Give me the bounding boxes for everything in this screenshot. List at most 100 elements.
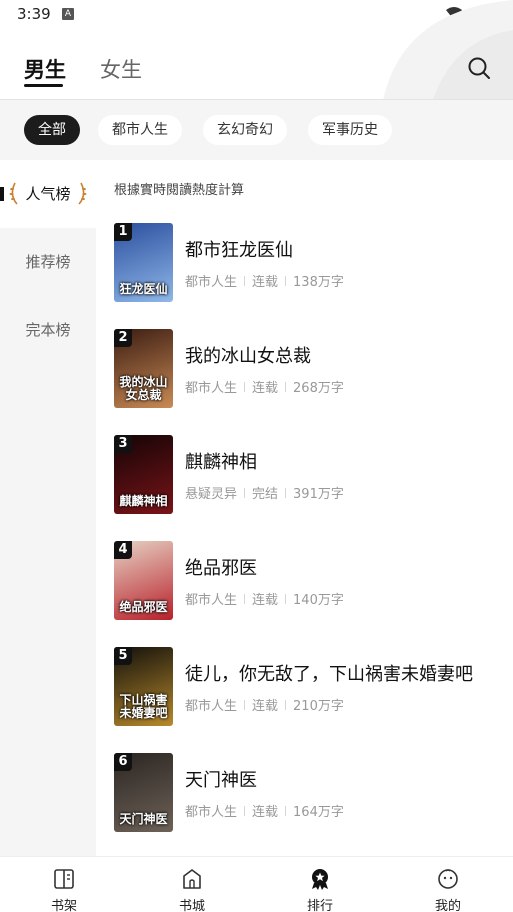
meta-separator — [244, 381, 246, 392]
book-cover[interactable]: 天门神医 6 — [114, 753, 173, 832]
book-title: 绝品邪医 — [185, 558, 257, 579]
cover-title: 麒麟神相 — [119, 494, 168, 508]
rank-badge: 3 — [114, 435, 132, 453]
book-cover[interactable]: 下山祸害未婚妻吧 5 — [114, 647, 173, 726]
book-status: 连载 — [252, 593, 279, 608]
book-word-count: 140万字 — [293, 593, 344, 608]
bottom-nav: 书架 书城 排行 我的 — [0, 856, 513, 912]
chip-military-history[interactable]: 军事历史 — [308, 115, 392, 145]
cover-title: 天门神医 — [119, 812, 168, 826]
tab-female[interactable]: 女生 — [100, 54, 142, 84]
notification-icon: A — [62, 8, 74, 20]
nav-bookshelf[interactable]: 书架 — [0, 857, 128, 912]
nav-ranking[interactable]: 排行 — [256, 857, 384, 912]
book-meta: 都市人生 连载 138万字 — [185, 271, 344, 290]
book-meta: 都市人生 连载 164万字 — [185, 801, 344, 820]
book-cover[interactable]: 狂龙医仙 1 — [114, 223, 173, 302]
nav-label: 排行 — [306, 899, 333, 912]
gender-tabs: 男生 女生 — [0, 42, 513, 98]
book-genre: 都市人生 — [185, 805, 238, 820]
book-title: 徒儿，你无敌了，下山祸害未婚妻吧 — [185, 664, 473, 685]
rank-badge: 1 — [114, 223, 132, 241]
nav-label: 书城 — [178, 899, 205, 912]
status-time: 3:39 — [17, 5, 51, 23]
chip-fantasy[interactable]: 玄幻奇幻 — [203, 115, 287, 145]
nav-bookstore[interactable]: 书城 — [128, 857, 256, 912]
sidebar-item-label: 人气榜 — [25, 185, 71, 203]
list-item[interactable]: 麒麟神相 3 麒麟神相 悬疑灵异 完结 391万字 — [114, 435, 513, 517]
nav-label: 书架 — [50, 899, 77, 912]
book-meta: 都市人生 连载 268万字 — [185, 377, 344, 396]
rank-badge: 5 — [114, 647, 132, 665]
book-title: 都市狂龙医仙 — [185, 240, 293, 261]
sidebar-item-recommended[interactable]: 推荐榜 — [0, 228, 96, 296]
rank-badge: 6 — [114, 753, 132, 771]
book-title: 麒麟神相 — [185, 452, 257, 473]
sidebar-item-label: 完本榜 — [25, 321, 71, 339]
cover-title: 我的冰山女总裁 — [119, 375, 168, 402]
meta-separator — [285, 487, 287, 498]
meta-separator — [285, 699, 287, 710]
book-genre: 都市人生 — [185, 381, 238, 396]
active-marker — [0, 187, 4, 201]
book-genre: 都市人生 — [185, 593, 238, 608]
chip-urban-life[interactable]: 都市人生 — [98, 115, 182, 145]
book-cover[interactable]: 我的冰山女总裁 2 — [114, 329, 173, 408]
search-button[interactable] — [467, 56, 491, 80]
list-item[interactable]: 绝品邪医 4 绝品邪医 都市人生 连载 140万字 — [114, 541, 513, 623]
book-cover[interactable]: 绝品邪医 4 — [114, 541, 173, 620]
nav-profile[interactable]: 我的 — [384, 857, 512, 912]
book-genre: 都市人生 — [185, 275, 238, 290]
book-word-count: 210万字 — [293, 699, 344, 714]
book-meta: 都市人生 连载 140万字 — [185, 589, 344, 608]
book-cover[interactable]: 麒麟神相 3 — [114, 435, 173, 514]
book-genre: 悬疑灵异 — [185, 487, 238, 502]
book-title: 我的冰山女总裁 — [185, 346, 311, 367]
laurel-left-icon — [9, 182, 18, 205]
tab-active-indicator — [24, 84, 63, 87]
book-word-count: 138万字 — [293, 275, 344, 290]
book-status: 完结 — [252, 487, 279, 502]
meta-separator — [285, 805, 287, 816]
book-meta: 都市人生 连载 210万字 — [185, 695, 344, 714]
tab-male[interactable]: 男生 — [24, 54, 66, 84]
chip-all[interactable]: 全部 — [24, 115, 80, 145]
book-status: 连载 — [252, 805, 279, 820]
meta-separator — [244, 593, 246, 604]
meta-separator — [244, 699, 246, 710]
book-word-count: 391万字 — [293, 487, 344, 502]
book-word-count: 164万字 — [293, 805, 344, 820]
laurel-right-icon — [78, 182, 87, 205]
meta-separator — [244, 487, 246, 498]
rank-badge: 4 — [114, 541, 132, 559]
list-item[interactable]: 下山祸害未婚妻吧 5 徒儿，你无敌了，下山祸害未婚妻吧 都市人生 连载 210万字 — [114, 647, 513, 729]
book-genre: 都市人生 — [185, 699, 238, 714]
list-item[interactable]: 天门神医 6 天门神医 都市人生 连载 164万字 — [114, 753, 513, 835]
category-chips: 全部 都市人生 玄幻奇幻 军事历史 — [0, 100, 513, 160]
profile-icon — [438, 869, 458, 889]
meta-separator — [244, 275, 246, 286]
list-subtitle: 根據實時閱讀熱度計算 — [114, 183, 245, 198]
ranking-sidebar: 人气榜 推荐榜 完本榜 — [0, 160, 96, 856]
sidebar-item-label: 推荐榜 — [25, 253, 71, 271]
nav-label: 我的 — [434, 899, 461, 912]
ranking-icon — [312, 869, 328, 890]
book-meta: 悬疑灵异 完结 391万字 — [185, 483, 344, 502]
cover-title: 绝品邪医 — [119, 600, 168, 614]
book-status: 连载 — [252, 275, 279, 290]
bookstore-icon — [183, 869, 201, 889]
cover-title: 下山祸害未婚妻吧 — [119, 693, 168, 720]
bookshelf-icon — [54, 869, 74, 889]
rank-badge: 2 — [114, 329, 132, 347]
list-item[interactable]: 狂龙医仙 1 都市狂龙医仙 都市人生 连载 138万字 — [114, 223, 513, 305]
meta-separator — [285, 593, 287, 604]
list-item[interactable]: 我的冰山女总裁 2 我的冰山女总裁 都市人生 连载 268万字 — [114, 329, 513, 411]
sidebar-item-popular[interactable]: 人气榜 — [0, 160, 96, 228]
cover-title: 狂龙医仙 — [119, 282, 168, 296]
meta-separator — [285, 381, 287, 392]
sidebar-item-completed[interactable]: 完本榜 — [0, 296, 96, 364]
search-icon — [468, 57, 490, 79]
book-status: 连载 — [252, 699, 279, 714]
book-title: 天门神医 — [185, 770, 257, 791]
ranking-list: 根據實時閱讀熱度計算 狂龙医仙 1 都市狂龙医仙 都市人生 连载 138万字 我的冰… — [96, 160, 513, 856]
